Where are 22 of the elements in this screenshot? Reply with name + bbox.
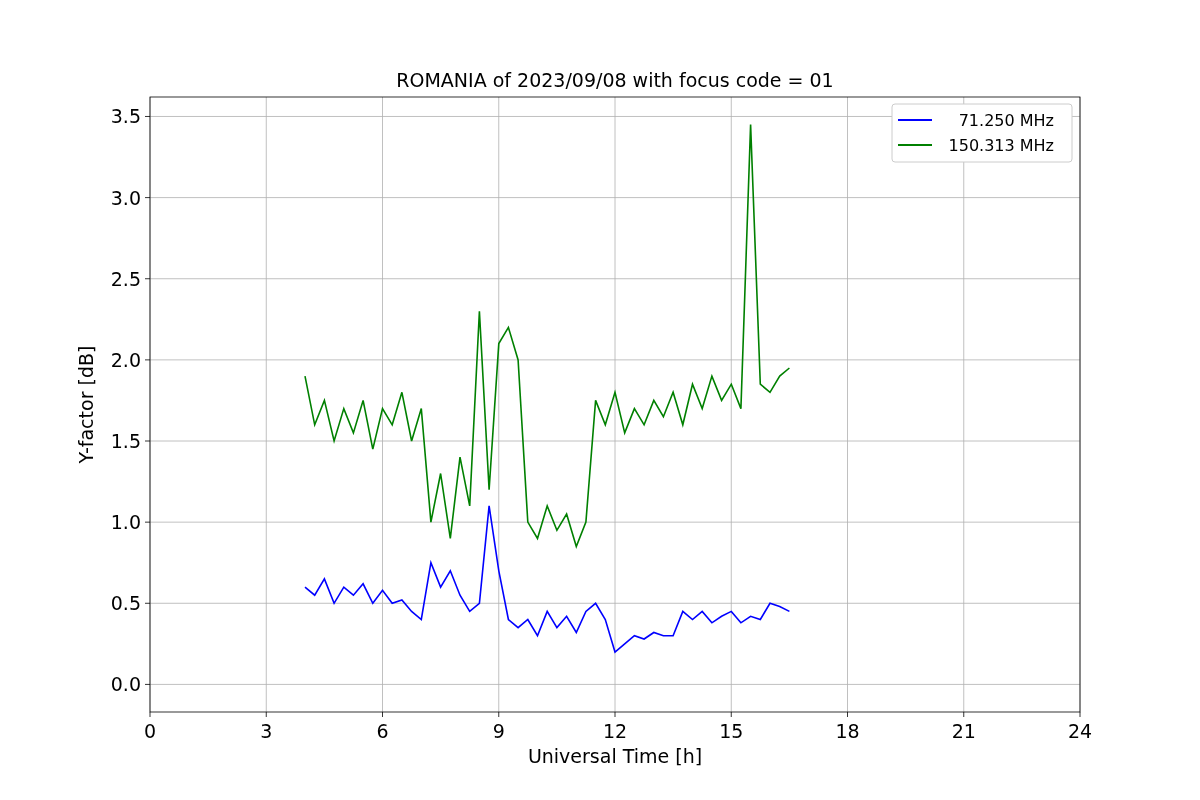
- y-tick-label: 0.5: [110, 592, 141, 615]
- x-tick-label: 6: [376, 720, 389, 742]
- y-tick-label: 3.5: [110, 105, 141, 128]
- y-tick-label: 2.0: [110, 348, 141, 371]
- chart-title: ROMANIA of 2023/09/08 with focus code = 01: [396, 69, 834, 91]
- x-tick-label: 3: [260, 720, 273, 742]
- x-tick-label: 0: [143, 720, 157, 742]
- y-tick-label: 3.0: [110, 186, 141, 209]
- y-tick-label: 0.0: [110, 673, 141, 696]
- x-tick-label: 9: [492, 720, 505, 742]
- x-axis-label: Universal Time [h]: [527, 745, 703, 767]
- x-tick-label: 15: [719, 720, 744, 742]
- y-tick-label: 1.5: [110, 430, 141, 452]
- x-tick-label: 12: [602, 720, 628, 742]
- y-axis-label: Y-factor [dB]: [75, 345, 97, 464]
- y-tick-label: 1.0: [110, 511, 141, 534]
- x-tick-label: 21: [951, 720, 976, 742]
- legend-label: 150.313 MHz: [948, 136, 1054, 155]
- x-tick-label: 24: [1067, 720, 1093, 742]
- y-tick-label: 2.5: [110, 267, 141, 290]
- legend-label: 71.250 MHz: [958, 111, 1054, 130]
- x-tick-label: 18: [835, 720, 860, 742]
